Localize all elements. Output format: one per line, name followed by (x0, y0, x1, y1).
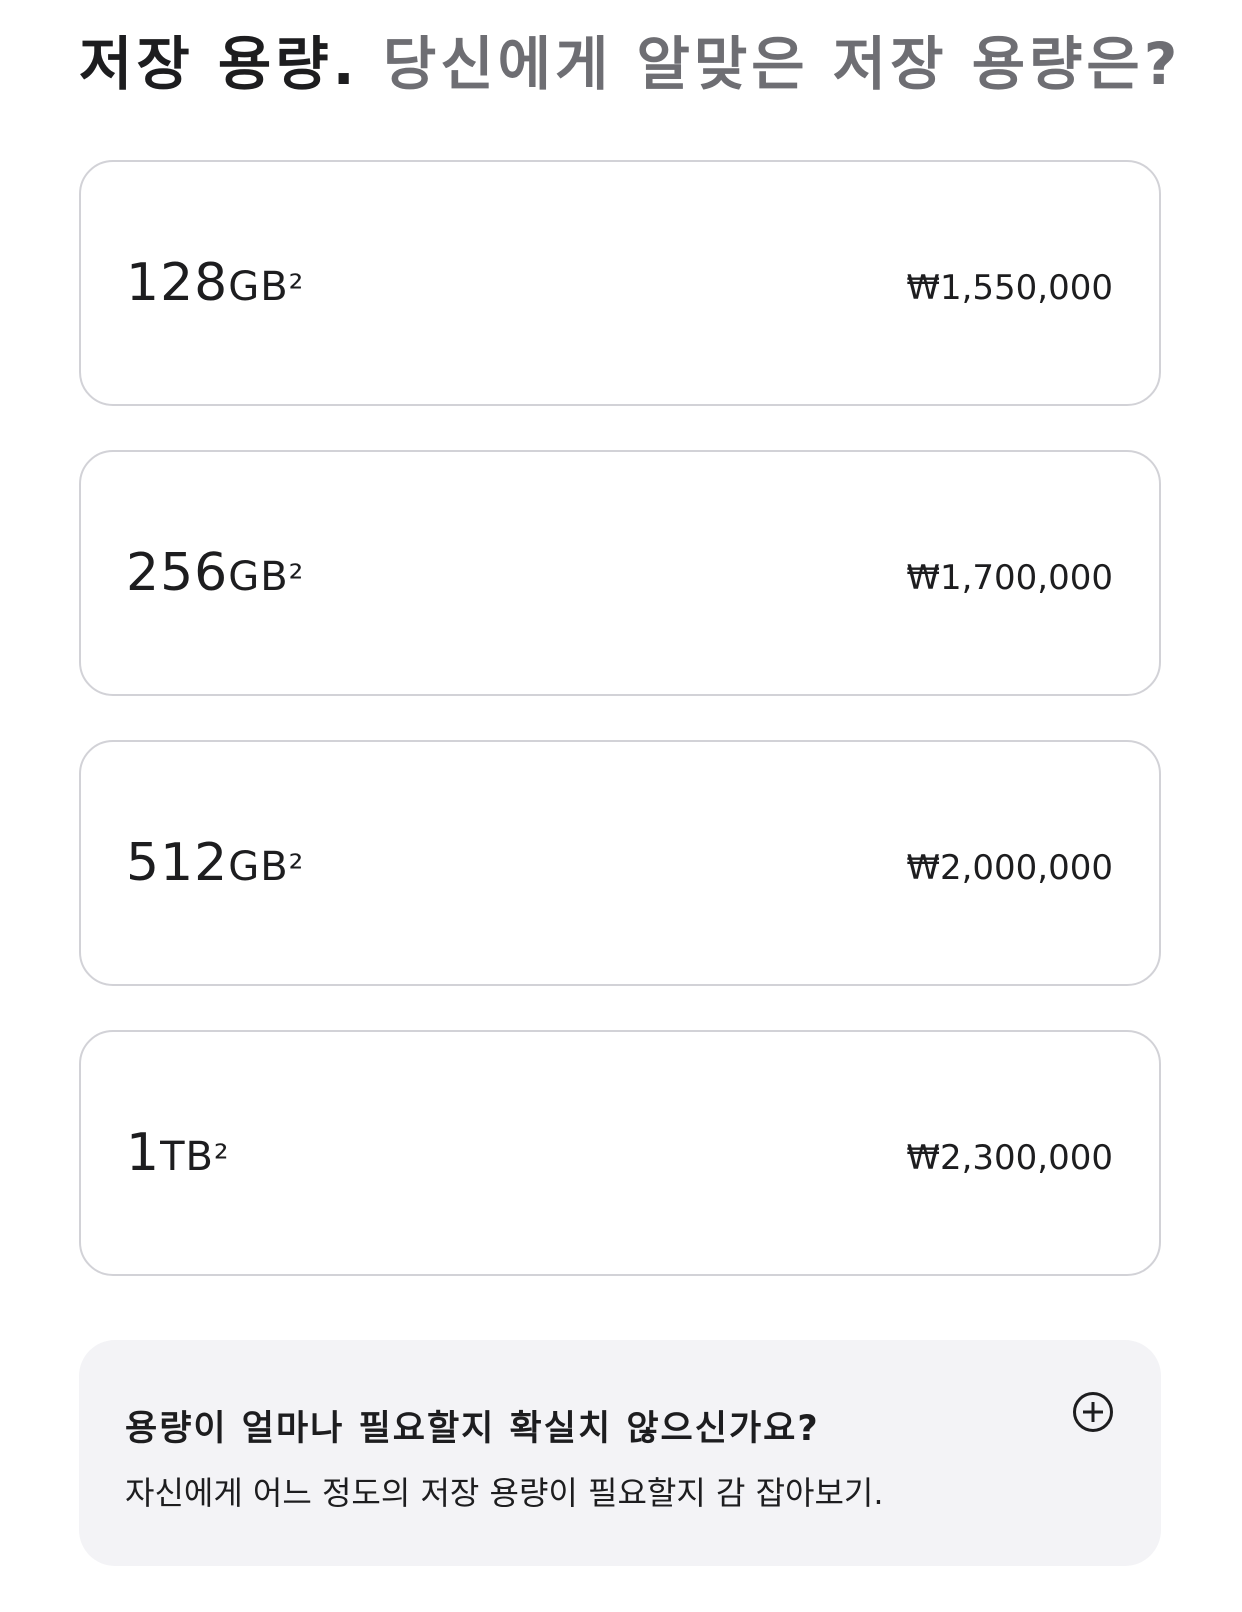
footnote-marker: ² (213, 1138, 229, 1179)
capacity-number: 256 (126, 543, 229, 603)
capacity-unit: GB (228, 844, 289, 890)
capacity-number: 512 (126, 833, 229, 893)
help-description: 자신에게 어느 정도의 저장 용량이 필요할지 감 잡아보기. (125, 1474, 884, 1512)
storage-option-128gb[interactable]: 128GB² ₩1,550,000 (79, 160, 1161, 406)
capacity-label: 128GB² (126, 253, 303, 313)
footnote-marker: ² (288, 268, 304, 309)
storage-option-512gb[interactable]: 512GB² ₩2,000,000 (79, 740, 1161, 986)
capacity-unit: GB (228, 554, 289, 600)
capacity-number: 1 (126, 1123, 161, 1183)
option-price: ₩2,000,000 (906, 847, 1113, 888)
capacity-label: 256GB² (126, 543, 303, 603)
help-title: 용량이 얼마나 필요할지 확실치 않으신가요? (125, 1409, 820, 1449)
heading-subtitle: 당신에게 알맞은 저장 용량은? (382, 30, 1182, 98)
capacity-label: 1TB² (126, 1123, 228, 1183)
heading-lead: 저장 용량. (79, 30, 359, 98)
option-price: ₩1,700,000 (906, 557, 1113, 598)
option-price: ₩2,300,000 (906, 1137, 1113, 1178)
storage-option-1tb[interactable]: 1TB² ₩2,300,000 (79, 1030, 1161, 1276)
footnote-marker: ² (288, 848, 304, 889)
storage-help-panel[interactable]: 용량이 얼마나 필요할지 확실치 않으신가요? 자신에게 어느 정도의 저장 용… (79, 1340, 1161, 1566)
capacity-label: 512GB² (126, 833, 303, 893)
capacity-unit: TB (160, 1134, 214, 1180)
storage-options: 128GB² ₩1,550,000 256GB² ₩1,700,000 512G… (79, 160, 1161, 1320)
capacity-unit: GB (228, 264, 289, 310)
section-heading: 저장 용량. 당신에게 알맞은 저장 용량은? (79, 28, 1181, 100)
storage-option-256gb[interactable]: 256GB² ₩1,700,000 (79, 450, 1161, 696)
plus-circle-icon[interactable] (1073, 1392, 1113, 1432)
capacity-number: 128 (126, 253, 229, 313)
footnote-marker: ² (288, 558, 304, 599)
option-price: ₩1,550,000 (906, 267, 1113, 308)
